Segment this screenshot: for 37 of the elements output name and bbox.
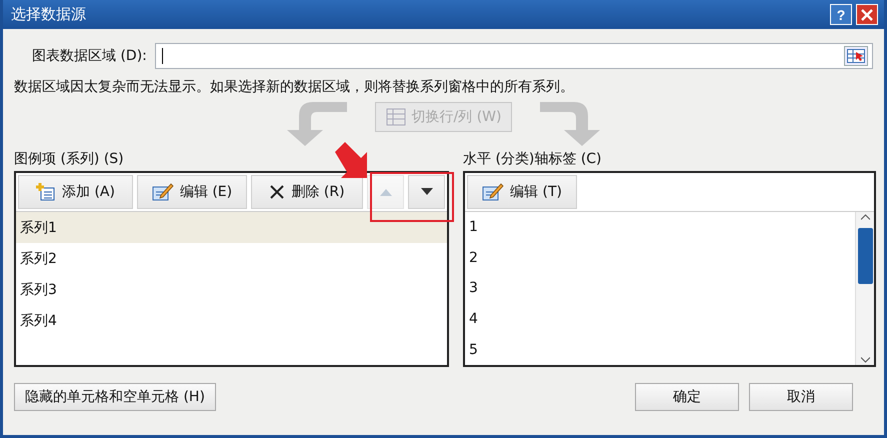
info-message: 数据区域因太复杂而无法显示。如果选择新的数据区域，则将替换系列窗格中的所有系列。 <box>14 78 575 96</box>
edit-button[interactable]: 编辑 (E) <box>137 175 247 209</box>
ok-button[interactable]: 确定 <box>635 383 739 411</box>
help-button[interactable]: ? <box>830 4 852 25</box>
panel-label: 水平 (分类)轴标签 (C) <box>463 150 603 168</box>
scroll-down-icon <box>860 357 870 363</box>
add-button[interactable]: 添加 (A) <box>18 175 133 209</box>
table-icon <box>386 108 406 126</box>
cancel-button[interactable]: 取消 <box>749 383 853 411</box>
delete-icon <box>269 184 286 200</box>
scroll-up-icon <box>860 214 870 220</box>
list-item[interactable]: 2 <box>465 242 855 274</box>
list-item[interactable]: 4 <box>465 304 855 334</box>
range-input-field[interactable] <box>154 43 873 69</box>
list-item[interactable]: 系列3 <box>16 274 447 305</box>
close-icon <box>861 8 873 20</box>
list-item[interactable]: 5 <box>465 334 855 365</box>
close-button[interactable] <box>856 4 878 25</box>
up-arrow-icon <box>380 188 392 196</box>
add-series-icon <box>36 182 56 202</box>
range-label: 图表数据区域 (D): <box>32 47 147 65</box>
list-item[interactable]: 1 <box>465 212 855 243</box>
window-title: 选择数据源 <box>11 5 87 24</box>
panel-label: 图例项 (系列) (S) <box>14 150 125 168</box>
list-item[interactable]: 系列2 <box>16 243 447 274</box>
scrollbar[interactable] <box>855 212 874 365</box>
move-down-button[interactable] <box>408 175 445 209</box>
list-item[interactable]: 系列1 <box>16 212 447 243</box>
range-picker-button[interactable] <box>844 46 868 66</box>
delete-button[interactable]: 删除 (R) <box>251 175 363 209</box>
edit-icon <box>152 182 174 202</box>
down-arrow-icon <box>420 188 432 196</box>
hidden-cells-button[interactable]: 隐藏的单元格和空单元格 (H) <box>14 383 216 411</box>
edit-icon <box>482 182 504 202</box>
list-item[interactable]: 3 <box>465 273 855 304</box>
edit-button[interactable]: 编辑 (T) <box>467 175 577 209</box>
list-item[interactable]: 系列4 <box>16 305 447 336</box>
